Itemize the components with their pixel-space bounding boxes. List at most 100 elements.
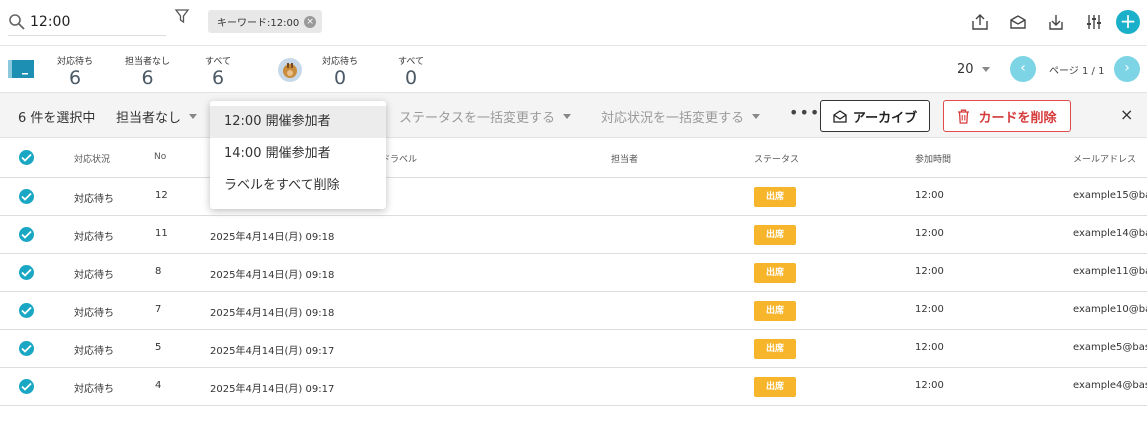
row-status: 対応待ち	[74, 346, 114, 357]
keyword-filter-chip: キーワード:12:00 ×	[208, 10, 323, 33]
mail-icon[interactable]	[1008, 12, 1028, 32]
row-email: example15@basic	[1073, 190, 1147, 201]
search-icon	[9, 13, 25, 30]
row-date: 2025年4月14日(月) 09:17	[210, 346, 335, 357]
row-no: 5	[155, 342, 162, 353]
row-checkbox[interactable]	[19, 227, 34, 242]
chevron-down-icon	[752, 114, 761, 119]
trash-icon	[958, 109, 970, 124]
row-time: 12:00	[915, 380, 944, 391]
status-badge: 出席	[754, 225, 796, 245]
status-badge: 出席	[754, 377, 796, 397]
filter-icon[interactable]	[174, 8, 190, 24]
page-size-select[interactable]: 20	[957, 62, 990, 77]
row-email: example5@basic	[1073, 342, 1147, 353]
row-checkbox[interactable]	[19, 379, 34, 394]
counter-unassigned[interactable]: 担当者なし 6	[125, 54, 170, 89]
row-status: 対応待ち	[74, 194, 114, 205]
more-options-icon[interactable]: •••	[789, 103, 820, 122]
header-status[interactable]: 対応状況	[74, 152, 110, 165]
row-date: 2025年4月14日(月) 09:18	[210, 270, 335, 281]
table-row[interactable]: 対応待ち 12 出席 12:00 example15@basic	[0, 178, 1147, 216]
row-status: 対応待ち	[74, 270, 114, 281]
delete-card-button[interactable]: カードを削除	[943, 100, 1071, 132]
settings-sliders-icon[interactable]	[1084, 12, 1104, 32]
row-no: 4	[155, 380, 162, 391]
row-checkbox[interactable]	[19, 341, 34, 356]
search-box[interactable]	[8, 8, 166, 36]
page-info: ページ 1 / 1	[1049, 66, 1105, 77]
row-no: 12	[155, 190, 168, 201]
table-row[interactable]: 対応待ち 4 2025年4月14日(月) 09:17 出席 12:00 exam…	[0, 368, 1147, 406]
bulk-action-bar: 6 件を選択中 担当者なし ステータスを一括変更する 対応状況を一括変更する •…	[0, 92, 1147, 138]
row-no: 11	[155, 228, 168, 239]
row-email: example10@basic	[1073, 304, 1147, 315]
counter-my-waiting[interactable]: 対応待ち 0	[322, 54, 358, 89]
row-time: 12:00	[915, 304, 944, 315]
row-checkbox[interactable]	[19, 265, 34, 280]
search-input[interactable]	[30, 13, 160, 30]
status-badge: 出席	[754, 339, 796, 359]
progress-bulk-dropdown[interactable]: 対応状況を一括変更する	[601, 107, 761, 126]
status-badge: 出席	[754, 301, 796, 321]
top-toolbar: キーワード:12:00 × +	[0, 0, 1147, 46]
user-avatar[interactable]	[278, 58, 302, 82]
row-status: 対応待ち	[74, 232, 114, 243]
row-email: example14@basic	[1073, 228, 1147, 239]
archive-mail-icon	[833, 109, 847, 123]
status-counters: 対応待ち 6 担当者なし 6 すべて 6 対応待ち 0 すべて 0 20 ‹ ペ…	[0, 46, 1147, 92]
select-all-checkbox[interactable]	[19, 150, 34, 165]
row-no: 7	[155, 304, 162, 315]
row-time: 12:00	[915, 228, 944, 239]
menu-item-remove-all-labels[interactable]: ラベルをすべて削除	[210, 170, 386, 202]
chevron-down-icon	[981, 67, 990, 72]
selection-count: 6 件を選択中	[18, 111, 96, 126]
row-time: 12:00	[915, 342, 944, 353]
row-no: 8	[155, 266, 162, 277]
label-dropdown-menu: 12:00 開催参加者 14:00 開催参加者 ラベルをすべて削除	[210, 101, 386, 209]
header-no[interactable]: No	[154, 152, 166, 162]
prev-page-button[interactable]: ‹	[1010, 56, 1036, 82]
header-state[interactable]: ステータス	[754, 152, 799, 165]
add-button[interactable]: +	[1116, 10, 1140, 34]
counter-all[interactable]: すべて 6	[205, 54, 231, 89]
table-row[interactable]: 対応待ち 5 2025年4月14日(月) 09:17 出席 12:00 exam…	[0, 330, 1147, 368]
menu-item-label-1400[interactable]: 14:00 開催参加者	[210, 138, 386, 170]
table-row[interactable]: 対応待ち 11 2025年4月14日(月) 09:18 出席 12:00 exa…	[0, 216, 1147, 254]
row-date: 2025年4月14日(月) 09:18	[210, 232, 335, 243]
status-badge: 出席	[754, 263, 796, 283]
table-row[interactable]: 対応待ち 7 2025年4月14日(月) 09:18 出席 12:00 exam…	[0, 292, 1147, 330]
chip-remove-icon[interactable]: ×	[304, 15, 317, 28]
header-email[interactable]: メールアドレス	[1073, 152, 1136, 165]
table-header: 対応状況 No ードラベル 担当者 ステータス 参加時間 メールアドレス	[0, 138, 1147, 178]
logo-icon	[8, 60, 34, 78]
row-date: 2025年4月14日(月) 09:17	[210, 384, 335, 395]
import-icon[interactable]	[970, 12, 990, 32]
counter-my-all[interactable]: すべて 0	[398, 54, 424, 89]
next-page-button[interactable]: ›	[1114, 56, 1140, 82]
chevron-down-icon	[563, 114, 572, 119]
table-row[interactable]: 対応待ち 8 2025年4月14日(月) 09:18 出席 12:00 exam…	[0, 254, 1147, 292]
row-time: 12:00	[915, 266, 944, 277]
row-checkbox[interactable]	[19, 189, 34, 204]
status-bulk-dropdown[interactable]: ステータスを一括変更する	[399, 107, 572, 126]
chevron-down-icon	[189, 114, 198, 119]
row-status: 対応待ち	[74, 384, 114, 395]
row-status: 対応待ち	[74, 308, 114, 319]
row-email: example4@basic	[1073, 380, 1147, 391]
records-table: 対応状況 No ードラベル 担当者 ステータス 参加時間 メールアドレス 対応待…	[0, 138, 1147, 406]
row-email: example11@basic	[1073, 266, 1147, 277]
close-icon[interactable]: ×	[1120, 105, 1133, 124]
chip-label: キーワード:12:00	[217, 18, 300, 29]
status-badge: 出席	[754, 187, 796, 207]
counter-waiting[interactable]: 対応待ち 6	[57, 54, 93, 89]
header-time[interactable]: 参加時間	[915, 152, 951, 165]
row-checkbox[interactable]	[19, 303, 34, 318]
row-date: 2025年4月14日(月) 09:18	[210, 308, 335, 319]
menu-item-label-1200[interactable]: 12:00 開催参加者	[210, 106, 386, 138]
archive-button[interactable]: アーカイブ	[820, 100, 930, 132]
download-icon[interactable]	[1046, 12, 1066, 32]
row-time: 12:00	[915, 190, 944, 201]
header-assignee[interactable]: 担当者	[611, 152, 638, 165]
assignee-dropdown[interactable]: 担当者なし	[116, 107, 198, 126]
